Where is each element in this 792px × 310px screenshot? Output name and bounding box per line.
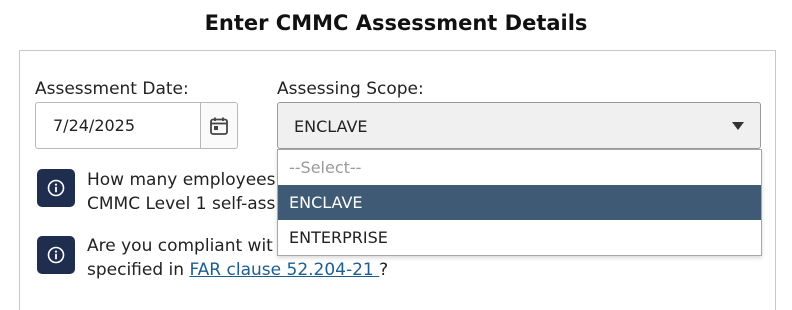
assessing-scope-select[interactable]: ENCLAVE: [277, 102, 761, 149]
info-button-employees[interactable]: [37, 169, 75, 207]
assessing-scope-label: Assessing Scope:: [277, 79, 424, 99]
question-employees-line1: How many employees: [87, 170, 276, 190]
calendar-icon: [210, 117, 228, 135]
question-employees-line2: CMMC Level 1 self-ass: [87, 194, 276, 214]
far-clause-link[interactable]: FAR clause 52.204-21: [189, 260, 379, 280]
question-compliance-line1: Are you compliant wit: [87, 236, 273, 256]
assessment-date-group: [35, 102, 238, 149]
info-button-compliance[interactable]: [37, 236, 75, 274]
assessment-date-label: Assessment Date:: [35, 79, 189, 99]
page-title: Enter CMMC Assessment Details: [204, 11, 588, 35]
question-compliance-suffix: ?: [379, 260, 389, 280]
dropdown-option-select[interactable]: --Select--: [278, 150, 761, 185]
assessment-date-input[interactable]: [36, 103, 200, 148]
assessing-scope-selected-value: ENCLAVE: [294, 117, 368, 136]
dropdown-arrow-icon: [732, 122, 744, 130]
question-compliance-prefix: specified in: [87, 260, 190, 280]
question-employees-text: How many employees CMMC Level 1 self-ass: [87, 168, 275, 216]
info-icon: [47, 179, 65, 197]
calendar-button[interactable]: [200, 103, 237, 148]
info-icon: [47, 246, 65, 264]
dropdown-option-enclave[interactable]: ENCLAVE: [278, 185, 761, 220]
question-compliance-line2: specified in FAR clause 52.204-21 ?: [87, 258, 388, 282]
question-compliance-text: Are you compliant wit specified in FAR c…: [87, 234, 388, 282]
